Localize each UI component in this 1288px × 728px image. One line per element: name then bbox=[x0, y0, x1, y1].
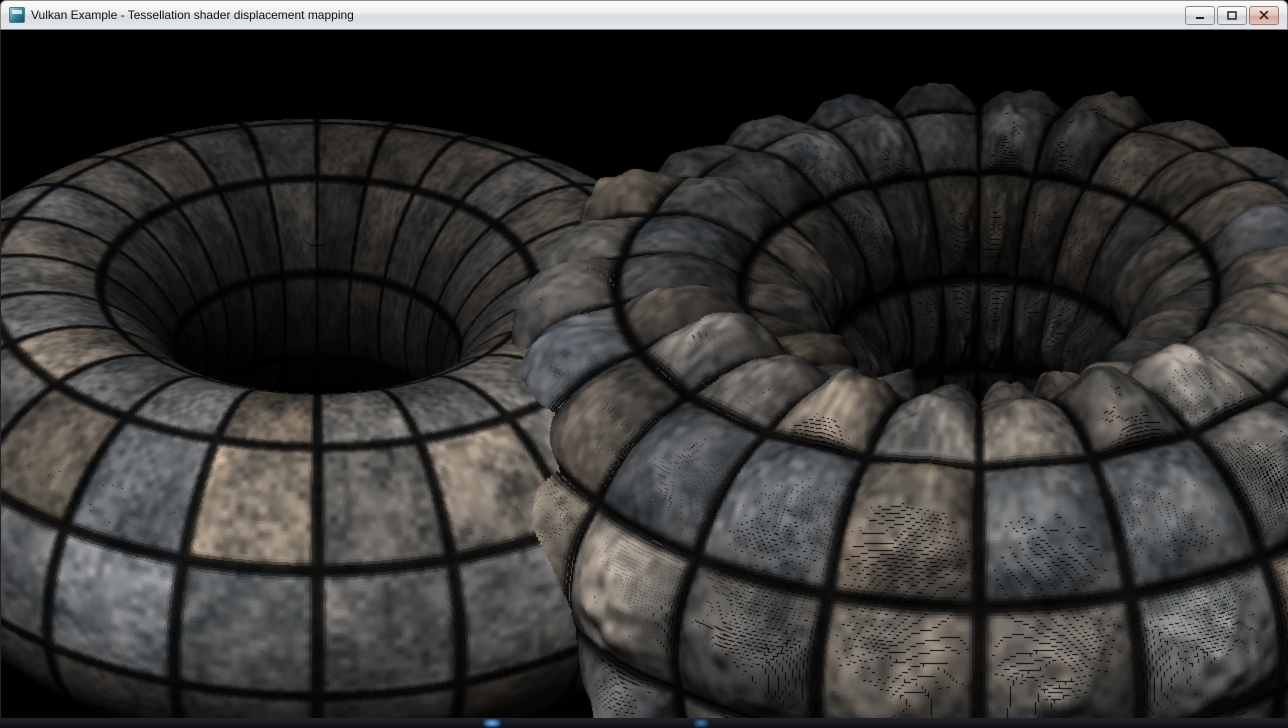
titlebar[interactable]: Vulkan Example - Tessellation shader dis… bbox=[0, 0, 1288, 30]
render-viewport[interactable] bbox=[1, 30, 1288, 718]
maximize-button[interactable] bbox=[1217, 6, 1247, 25]
close-button[interactable] bbox=[1249, 6, 1279, 25]
app-icon bbox=[9, 7, 25, 23]
taskbar-strip bbox=[0, 718, 1288, 728]
taskbar-icon-glow-1[interactable] bbox=[484, 719, 500, 727]
window-title: Vulkan Example - Tessellation shader dis… bbox=[31, 8, 1185, 22]
window-controls bbox=[1185, 6, 1279, 25]
taskbar-icon-glow-2[interactable] bbox=[694, 719, 708, 727]
close-icon bbox=[1259, 11, 1269, 20]
app-window: Vulkan Example - Tessellation shader dis… bbox=[0, 0, 1288, 728]
maximize-icon bbox=[1227, 11, 1237, 20]
minimize-icon bbox=[1195, 11, 1205, 20]
viewport-container bbox=[0, 30, 1288, 718]
minimize-button[interactable] bbox=[1185, 6, 1215, 25]
